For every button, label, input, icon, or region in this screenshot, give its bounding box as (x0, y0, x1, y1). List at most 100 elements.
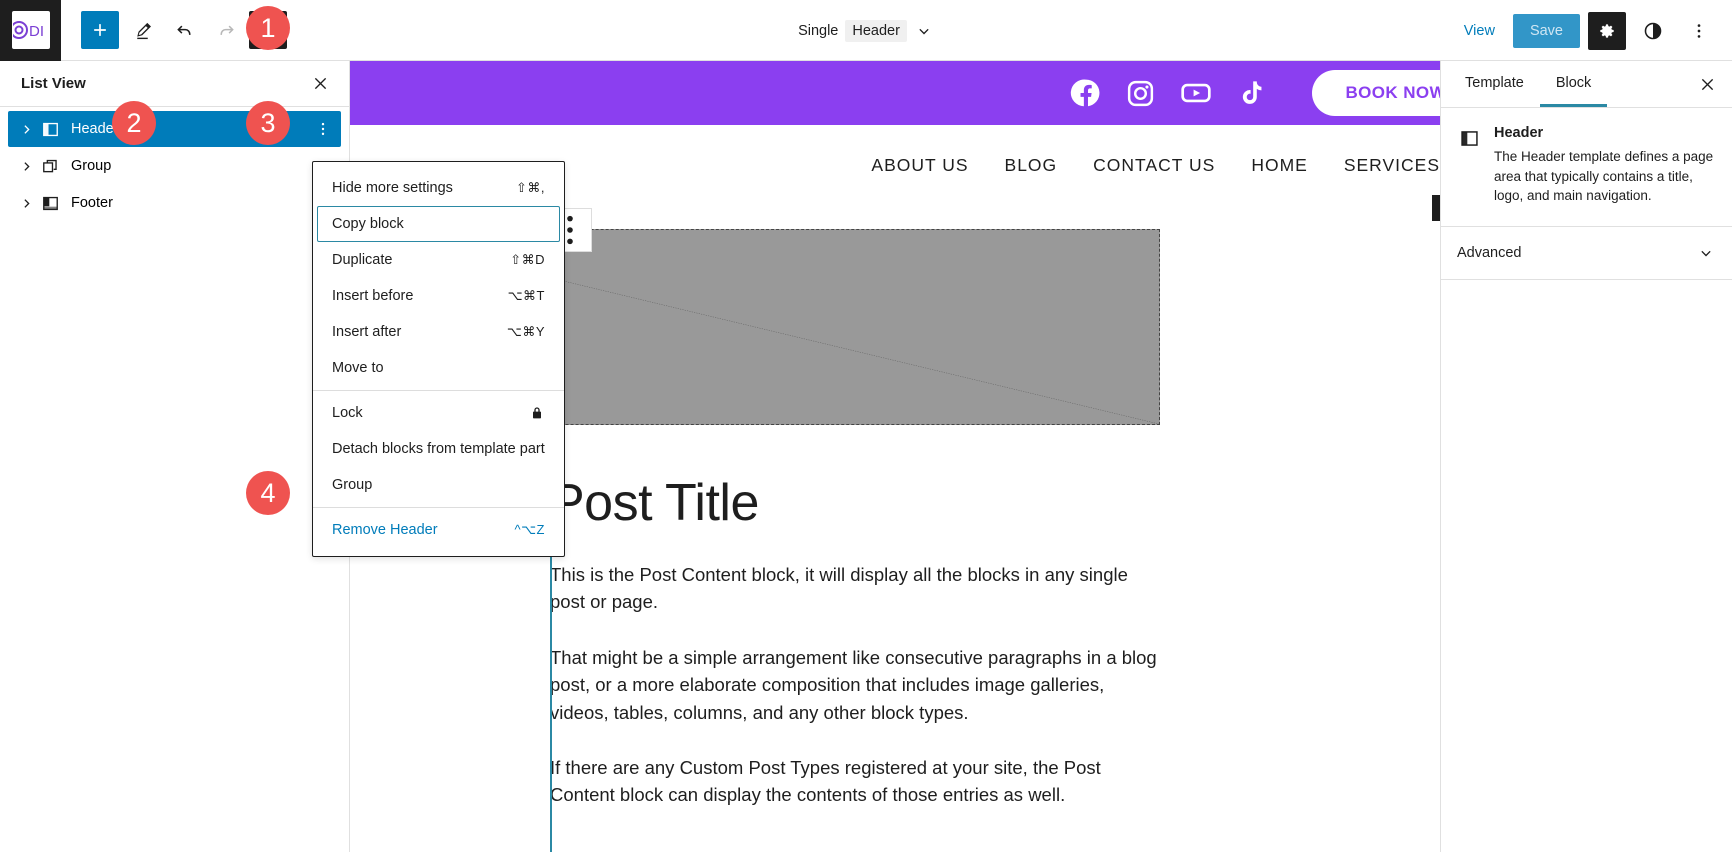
menu-item-label: Duplicate (332, 252, 393, 268)
plus-icon (94, 24, 106, 36)
nav-item-home[interactable]: HOME (1251, 155, 1308, 176)
nav-item-services[interactable]: SERVICES (1344, 155, 1440, 176)
lock-icon (529, 405, 545, 421)
list-item-options-button[interactable] (311, 115, 335, 143)
sidebar-close-button[interactable] (1690, 67, 1724, 101)
post-paragraph-1[interactable]: This is the Post Content block, it will … (550, 561, 1167, 616)
expand-chevron-icon[interactable] (14, 197, 38, 210)
instagram-icon[interactable] (1125, 78, 1156, 109)
menu-item-label: Move to (332, 360, 384, 376)
undo-icon (176, 25, 191, 35)
close-icon (1701, 78, 1713, 90)
callout-badge-4: 4 (246, 471, 290, 515)
template-part-header-icon (38, 117, 62, 141)
list-view-panel: List View Header Group Footer (0, 61, 350, 852)
expand-chevron-icon[interactable] (14, 160, 38, 173)
facebook-icon[interactable] (1070, 77, 1102, 109)
list-view-close-button[interactable] (305, 69, 335, 99)
menu-item-insert-before[interactable]: Insert before ⌥⌘T (317, 278, 560, 314)
block-info-row: Header The Header template defines a pag… (1457, 125, 1716, 206)
redo-button[interactable] (207, 11, 245, 49)
site-logo-button[interactable]: DI (0, 0, 61, 61)
post-paragraph-3[interactable]: If there are any Custom Post Types regis… (550, 754, 1167, 809)
view-link[interactable]: View (1454, 17, 1505, 45)
nav-item-contact-us[interactable]: CONTACT US (1093, 155, 1215, 176)
app-root: DI Single Header View Save BOOK NOW ABOU… (0, 0, 1732, 852)
post-paragraph-2[interactable]: That might be a simple arrangement like … (550, 644, 1167, 726)
kebab-more-icon (321, 122, 325, 136)
chevron-down-icon (919, 28, 929, 34)
menu-item-detach-blocks[interactable]: Detach blocks from template part (317, 431, 560, 467)
menu-item-insert-after[interactable]: Insert after ⌥⌘Y (317, 314, 560, 350)
menu-item-shortcut: ⌥⌘T (507, 288, 545, 303)
add-block-button[interactable] (81, 11, 119, 49)
menu-item-lock[interactable]: Lock (317, 395, 560, 431)
menu-item-label: Remove Header (332, 522, 438, 538)
close-icon (314, 77, 326, 90)
menu-item-label: Copy block (332, 216, 404, 232)
menu-item-label: Detach blocks from template part (332, 441, 545, 457)
menu-group-primary: Hide more settings ⇧⌘, Copy block Duplic… (313, 166, 564, 390)
callout-badge-1: 1 (246, 6, 290, 50)
menu-item-copy-block[interactable]: Copy block (317, 206, 560, 242)
list-item-header[interactable]: Header (8, 111, 341, 147)
template-part-header-icon (1457, 126, 1481, 150)
document-type-label: Single (798, 22, 839, 39)
menu-item-hide-more-settings[interactable]: Hide more settings ⇧⌘, (317, 170, 560, 206)
menu-item-duplicate[interactable]: Duplicate ⇧⌘D (317, 242, 560, 278)
tiktok-icon[interactable] (1236, 78, 1267, 109)
template-part-footer-icon (38, 191, 62, 215)
menu-item-shortcut: ⇧⌘, (515, 180, 545, 195)
tools-pencil-button[interactable] (123, 11, 161, 49)
post-title[interactable]: Post Title (550, 473, 1440, 533)
menu-item-shortcut: ^⌥Z (514, 522, 545, 537)
contrast-styles-icon (1644, 22, 1662, 39)
callout-badge-2: 2 (112, 101, 156, 145)
sidebar-section-advanced[interactable]: Advanced (1441, 227, 1732, 280)
menu-item-label: Group (332, 477, 373, 493)
list-view-title: List View (21, 75, 86, 92)
settings-toggle-button[interactable] (1588, 11, 1626, 50)
block-options-menu: Hide more settings ⇧⌘, Copy block Duplic… (312, 161, 565, 557)
menu-item-label: Insert after (332, 324, 402, 340)
save-button[interactable]: Save (1512, 13, 1580, 48)
document-chevron-button[interactable] (914, 21, 934, 41)
social-links-row (1070, 76, 1267, 110)
list-item-label: Group (71, 158, 112, 174)
list-item-label: Footer (71, 195, 113, 211)
youtube-icon[interactable] (1179, 76, 1213, 110)
section-title: Advanced (1457, 244, 1522, 261)
sidebar-tabs: Template Block (1441, 61, 1732, 108)
list-item-footer[interactable]: Footer (8, 185, 341, 221)
list-item-group[interactable]: Group (8, 148, 341, 184)
nav-item-about-us[interactable]: ABOUT US (871, 155, 968, 176)
nav-item-blog[interactable]: BLOG (1005, 155, 1058, 176)
expand-chevron-icon[interactable] (14, 123, 38, 136)
group-block-icon (38, 154, 62, 178)
append-block-button[interactable]: + (1432, 195, 1440, 221)
menu-group-destructive: Remove Header ^⌥Z (313, 507, 564, 552)
more-options-button[interactable] (1680, 12, 1718, 50)
menu-item-group[interactable]: Group (317, 467, 560, 503)
settings-gear-icon (1600, 23, 1614, 38)
menu-item-remove-header[interactable]: Remove Header ^⌥Z (317, 512, 560, 548)
block-description: The Header template defines a page area … (1494, 149, 1714, 204)
menu-item-shortcut: ⇧⌘D (510, 252, 545, 267)
header-top-bar: BOOK NOW! (350, 61, 1440, 125)
callout-badge-3: 3 (246, 101, 290, 145)
undo-button[interactable] (165, 11, 203, 49)
redo-icon (219, 25, 234, 35)
menu-group-secondary: Lock Detach blocks from template part Gr… (313, 390, 564, 507)
pencil-icon (136, 22, 151, 39)
book-now-button[interactable]: BOOK NOW! (1312, 70, 1440, 116)
block-info-panel: Header The Header template defines a pag… (1441, 108, 1732, 227)
menu-item-label: Lock (332, 405, 363, 421)
tab-block[interactable]: Block (1539, 61, 1608, 107)
chevron-down-icon (1696, 243, 1716, 263)
tab-template[interactable]: Template (1449, 61, 1540, 107)
list-view-header: List View (0, 61, 349, 107)
styles-toggle-button[interactable] (1634, 12, 1672, 50)
settings-sidebar: Template Block Header The Header templat… (1440, 61, 1732, 852)
svg-text:DI: DI (29, 23, 44, 40)
menu-item-move-to[interactable]: Move to (317, 350, 560, 386)
